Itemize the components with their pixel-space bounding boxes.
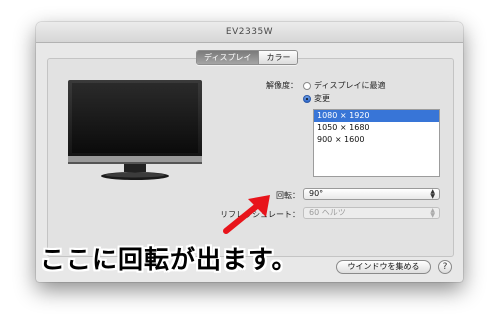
list-item[interactable]: 900 × 1600 [314,134,439,146]
radio-best-label: ディスプレイに最適 [314,81,386,90]
radio-scaled-label: 変更 [314,94,330,103]
gather-windows-button[interactable]: ウインドウを集める [336,260,431,274]
list-item[interactable]: 1050 × 1680 [314,122,439,134]
radio-button-selected[interactable] [303,94,311,103]
resolution-list[interactable]: 1080 × 1920 1050 × 1680 900 × 1600 [313,109,440,177]
help-button[interactable]: ? [438,260,452,274]
red-arrow-icon [223,195,270,234]
radio-scaled[interactable]: 変更 [303,93,330,104]
popup-arrows-icon: ▲ ▼ [430,207,435,219]
annotation-caption: ここに回転が出ます。 [40,245,298,274]
window-title: EV2335W [36,22,463,43]
rotation-value: 90° [309,189,324,198]
radio-button[interactable] [303,81,311,90]
list-item[interactable]: 1080 × 1920 [314,110,439,122]
tab-color[interactable]: カラー [258,51,298,64]
popup-arrows-icon: ▲ ▼ [430,188,435,200]
resolution-label: 解像度： [266,81,298,90]
refresh-rate-popup[interactable]: 60 ヘルツ ▲ ▼ [303,207,440,219]
rotation-popup[interactable]: 90° ▲ ▼ [303,188,440,200]
display-monitor-icon [68,80,202,180]
radio-best-for-display[interactable]: ディスプレイに最適 [303,80,385,91]
refresh-rate-value: 60 ヘルツ [309,208,346,217]
tab-display[interactable]: ディスプレイ [197,51,259,64]
tab-bar: ディスプレイ カラー [196,50,299,65]
